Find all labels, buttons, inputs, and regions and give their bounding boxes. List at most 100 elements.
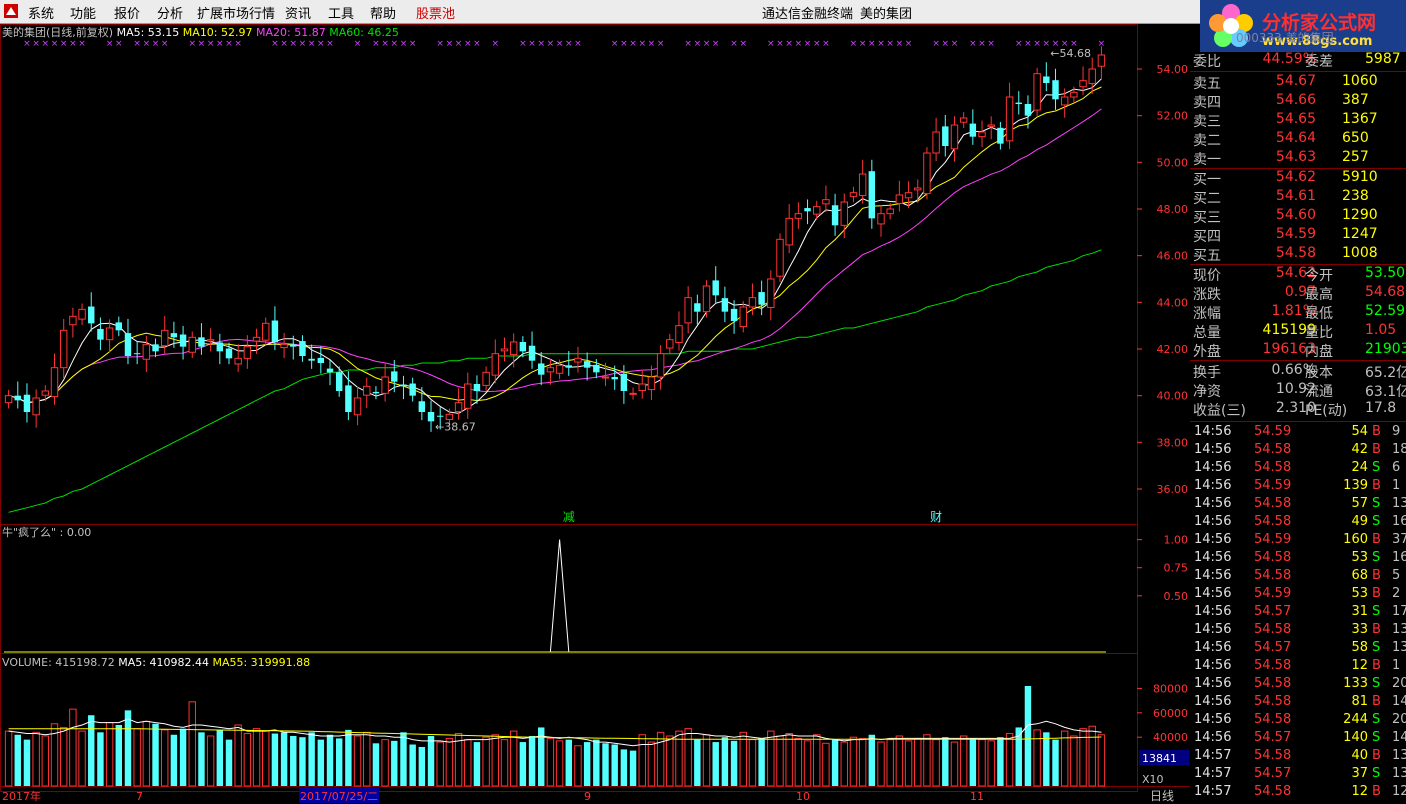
candle-body	[840, 201, 848, 226]
candle	[997, 121, 1004, 150]
candle-body	[767, 278, 775, 308]
candle	[179, 325, 187, 360]
candle-body	[1015, 102, 1022, 104]
signal-mark: ×	[1033, 39, 1041, 49]
stat-label: 内盘	[1305, 344, 1333, 360]
volume-bar	[252, 728, 261, 787]
volume-bar	[813, 734, 821, 787]
ask-row: 卖三 54.65 1367	[1190, 111, 1406, 130]
candle-body	[694, 303, 701, 312]
weidiff-label: 委差	[1305, 54, 1333, 70]
tick-volume: 139	[1343, 478, 1368, 493]
volume-bar	[59, 726, 68, 787]
candle-body	[363, 385, 371, 396]
stat-value: 1.05	[1365, 322, 1397, 338]
tick-time: 14:56	[1194, 676, 1232, 691]
candle-body	[290, 344, 297, 347]
candle-body	[914, 187, 922, 191]
candle-body	[813, 206, 821, 215]
tick-direction: B	[1372, 658, 1381, 673]
menu-item-analysis[interactable]: 分析	[157, 3, 183, 22]
candle-body	[546, 367, 555, 373]
candle-body	[78, 308, 86, 320]
price-tick-label: 44.00	[1157, 296, 1189, 309]
volume-cursor-label: 13841	[1142, 752, 1177, 765]
tick-direction: B	[1372, 442, 1381, 457]
tick-time: 14:56	[1194, 658, 1232, 673]
menu-item-help[interactable]: 帮助	[370, 3, 396, 22]
tick-row: 14:56 54.58 12 B 1	[1190, 658, 1406, 676]
stat-label: 今开	[1305, 268, 1333, 284]
volume-bar	[345, 729, 352, 786]
candle-body	[133, 353, 141, 355]
tick-row: 14:56 54.58 53 S 16	[1190, 550, 1406, 568]
tick-count: 13	[1392, 748, 1406, 763]
signal-mark: ×	[785, 39, 793, 49]
candle-body	[804, 208, 811, 212]
tick-direction: B	[1372, 532, 1381, 547]
candle	[381, 362, 389, 402]
volume-bar	[694, 739, 701, 786]
tick-row: 14:56 54.58 244 S 20	[1190, 712, 1406, 730]
menu-item-stock-pool[interactable]: 股票池	[416, 3, 455, 22]
signal-mark: ×	[326, 39, 334, 49]
indicator-title: 牛"疯了么" : 0.00	[2, 525, 91, 539]
tick-price: 54.58	[1254, 622, 1292, 637]
tick-direction: B	[1372, 478, 1381, 493]
tick-row: 14:56 54.58 81 B 14	[1190, 694, 1406, 712]
candle-body	[739, 306, 747, 328]
menu-item-news[interactable]: 资讯	[285, 3, 311, 22]
chart-labels: × × × × × × × × × × × × × × × × × × × × × × × × × × × × × × × × × × × × × × × ×…	[2, 25, 1105, 524]
tick-direction: S	[1372, 640, 1381, 655]
menu-item-extended-market[interactable]: 扩展市场行情	[197, 3, 275, 22]
chart-area[interactable]: 54.00 52.00 50.00 48.00 46.00 44.00 42.00 40.00…	[0, 24, 1190, 804]
volume-bar	[198, 732, 205, 786]
tick-direction: S	[1372, 730, 1381, 745]
volume-bar	[868, 734, 876, 786]
candle	[702, 280, 711, 318]
tick-count: 13	[1392, 496, 1406, 511]
tick-direction: B	[1372, 424, 1381, 439]
candle	[675, 311, 683, 351]
tick-direction: B	[1372, 748, 1381, 763]
tick-price: 54.58	[1254, 460, 1292, 475]
candle-body	[629, 392, 637, 395]
tick-price: 54.57	[1254, 640, 1292, 655]
candle	[785, 204, 793, 254]
candle-body	[500, 348, 509, 352]
signal-mark: ×	[969, 39, 977, 49]
candle	[345, 371, 352, 421]
signal-mark: ×	[776, 39, 784, 49]
volume-bar	[41, 735, 50, 787]
candle-body	[748, 297, 757, 308]
candle-body	[1043, 76, 1050, 83]
menu-item-system[interactable]: 系统	[28, 3, 54, 22]
candle	[1005, 82, 1014, 150]
ask-price: 54.67	[1275, 73, 1316, 89]
volume-bar	[262, 730, 270, 787]
signal-mark: ×	[207, 39, 215, 49]
candle	[840, 193, 848, 239]
legend-item-ma60: MA60: 46.25	[329, 26, 399, 39]
tick-volume: 54	[1351, 424, 1368, 439]
candle	[959, 112, 968, 129]
menu-bar: 系统 功能 报价 分析 扩展市场行情 资讯 工具 帮助 股票池 通达信金融终端 …	[0, 0, 1406, 24]
stat-value: 54.68	[1365, 284, 1406, 300]
menu-item-function[interactable]: 功能	[70, 3, 96, 22]
volume-bar	[234, 724, 242, 787]
candle-body	[758, 292, 765, 305]
tick-volume: 31	[1351, 604, 1368, 619]
candle	[656, 345, 665, 390]
candlesticks	[4, 46, 1106, 432]
candle	[932, 117, 940, 162]
menu-item-quote[interactable]: 报价	[114, 3, 140, 22]
volume-bar	[473, 742, 481, 786]
volume-bar	[666, 735, 674, 787]
tick-volume: 68	[1351, 568, 1368, 583]
bid-price: 54.61	[1275, 188, 1316, 204]
tick-row: 14:56 54.59 160 B 37	[1190, 532, 1406, 550]
candle	[565, 351, 572, 376]
volume-bar	[932, 739, 940, 787]
tick-time: 14:56	[1194, 478, 1232, 493]
menu-item-tools[interactable]: 工具	[328, 3, 354, 22]
